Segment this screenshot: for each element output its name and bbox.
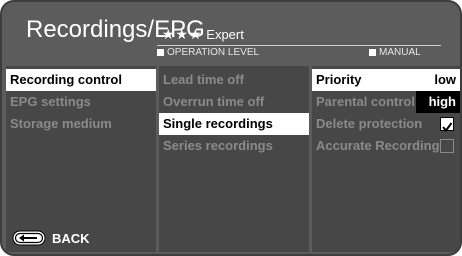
epg-window: Recordings/EPG ★★★ Expert OPERATION LEVE…: [0, 0, 462, 256]
manual-key: MANUAL: [369, 47, 421, 58]
star-rating-icon: ★★★: [162, 26, 203, 42]
menu-item-lead-time[interactable]: Lead time off: [159, 69, 309, 91]
parental-control-value: high: [416, 91, 460, 113]
recording-control-panel: Lead time off Overrun time off Single re…: [159, 66, 309, 252]
parental-control-label: Parental control: [316, 94, 415, 109]
accurate-recording-label: Accurate Recording: [316, 138, 440, 153]
level-label: Expert: [206, 27, 244, 42]
settings-panel: Priority low Parental control high Delet…: [312, 66, 460, 252]
accurate-recording-checkbox[interactable]: [440, 139, 454, 153]
menu-item-single-recordings[interactable]: Single recordings: [159, 113, 309, 135]
operation-level-label: OPERATION LEVEL: [167, 47, 260, 58]
delete-protection-row[interactable]: Delete protection: [312, 113, 460, 135]
menu-panels: Recording control EPG settings Storage m…: [6, 66, 460, 252]
operation-bar: OPERATION LEVEL MANUAL: [157, 45, 441, 60]
menu-item-recording-control[interactable]: Recording control: [6, 69, 156, 91]
menu-item-overrun-time[interactable]: Overrun time off: [159, 91, 309, 113]
operation-level-key: OPERATION LEVEL: [157, 47, 259, 58]
checkmark-icon: [442, 122, 453, 133]
category-panel: Recording control EPG settings Storage m…: [6, 66, 156, 252]
menu-item-storage-medium[interactable]: Storage medium: [6, 113, 156, 135]
operation-level-indicator: ★★★ Expert: [162, 26, 244, 43]
menu-item-epg-settings[interactable]: EPG settings: [6, 91, 156, 113]
back-button[interactable]: BACK: [12, 230, 90, 246]
header: Recordings/EPG ★★★ Expert OPERATION LEVE…: [2, 2, 460, 68]
menu-item-series-recordings[interactable]: Series recordings: [159, 135, 309, 157]
manual-label: MANUAL: [379, 47, 421, 58]
priority-value: low: [434, 72, 456, 87]
priority-label: Priority: [316, 72, 362, 87]
parental-control-row[interactable]: Parental control high: [312, 91, 460, 113]
back-label: BACK: [52, 230, 90, 246]
white-square-icon: [157, 49, 164, 56]
white-square-icon: [369, 49, 376, 56]
accurate-recording-row[interactable]: Accurate Recording: [312, 135, 460, 157]
priority-row[interactable]: Priority low: [312, 69, 460, 91]
delete-protection-label: Delete protection: [316, 116, 423, 131]
back-icon: [12, 230, 46, 246]
delete-protection-checkbox[interactable]: [440, 117, 454, 133]
